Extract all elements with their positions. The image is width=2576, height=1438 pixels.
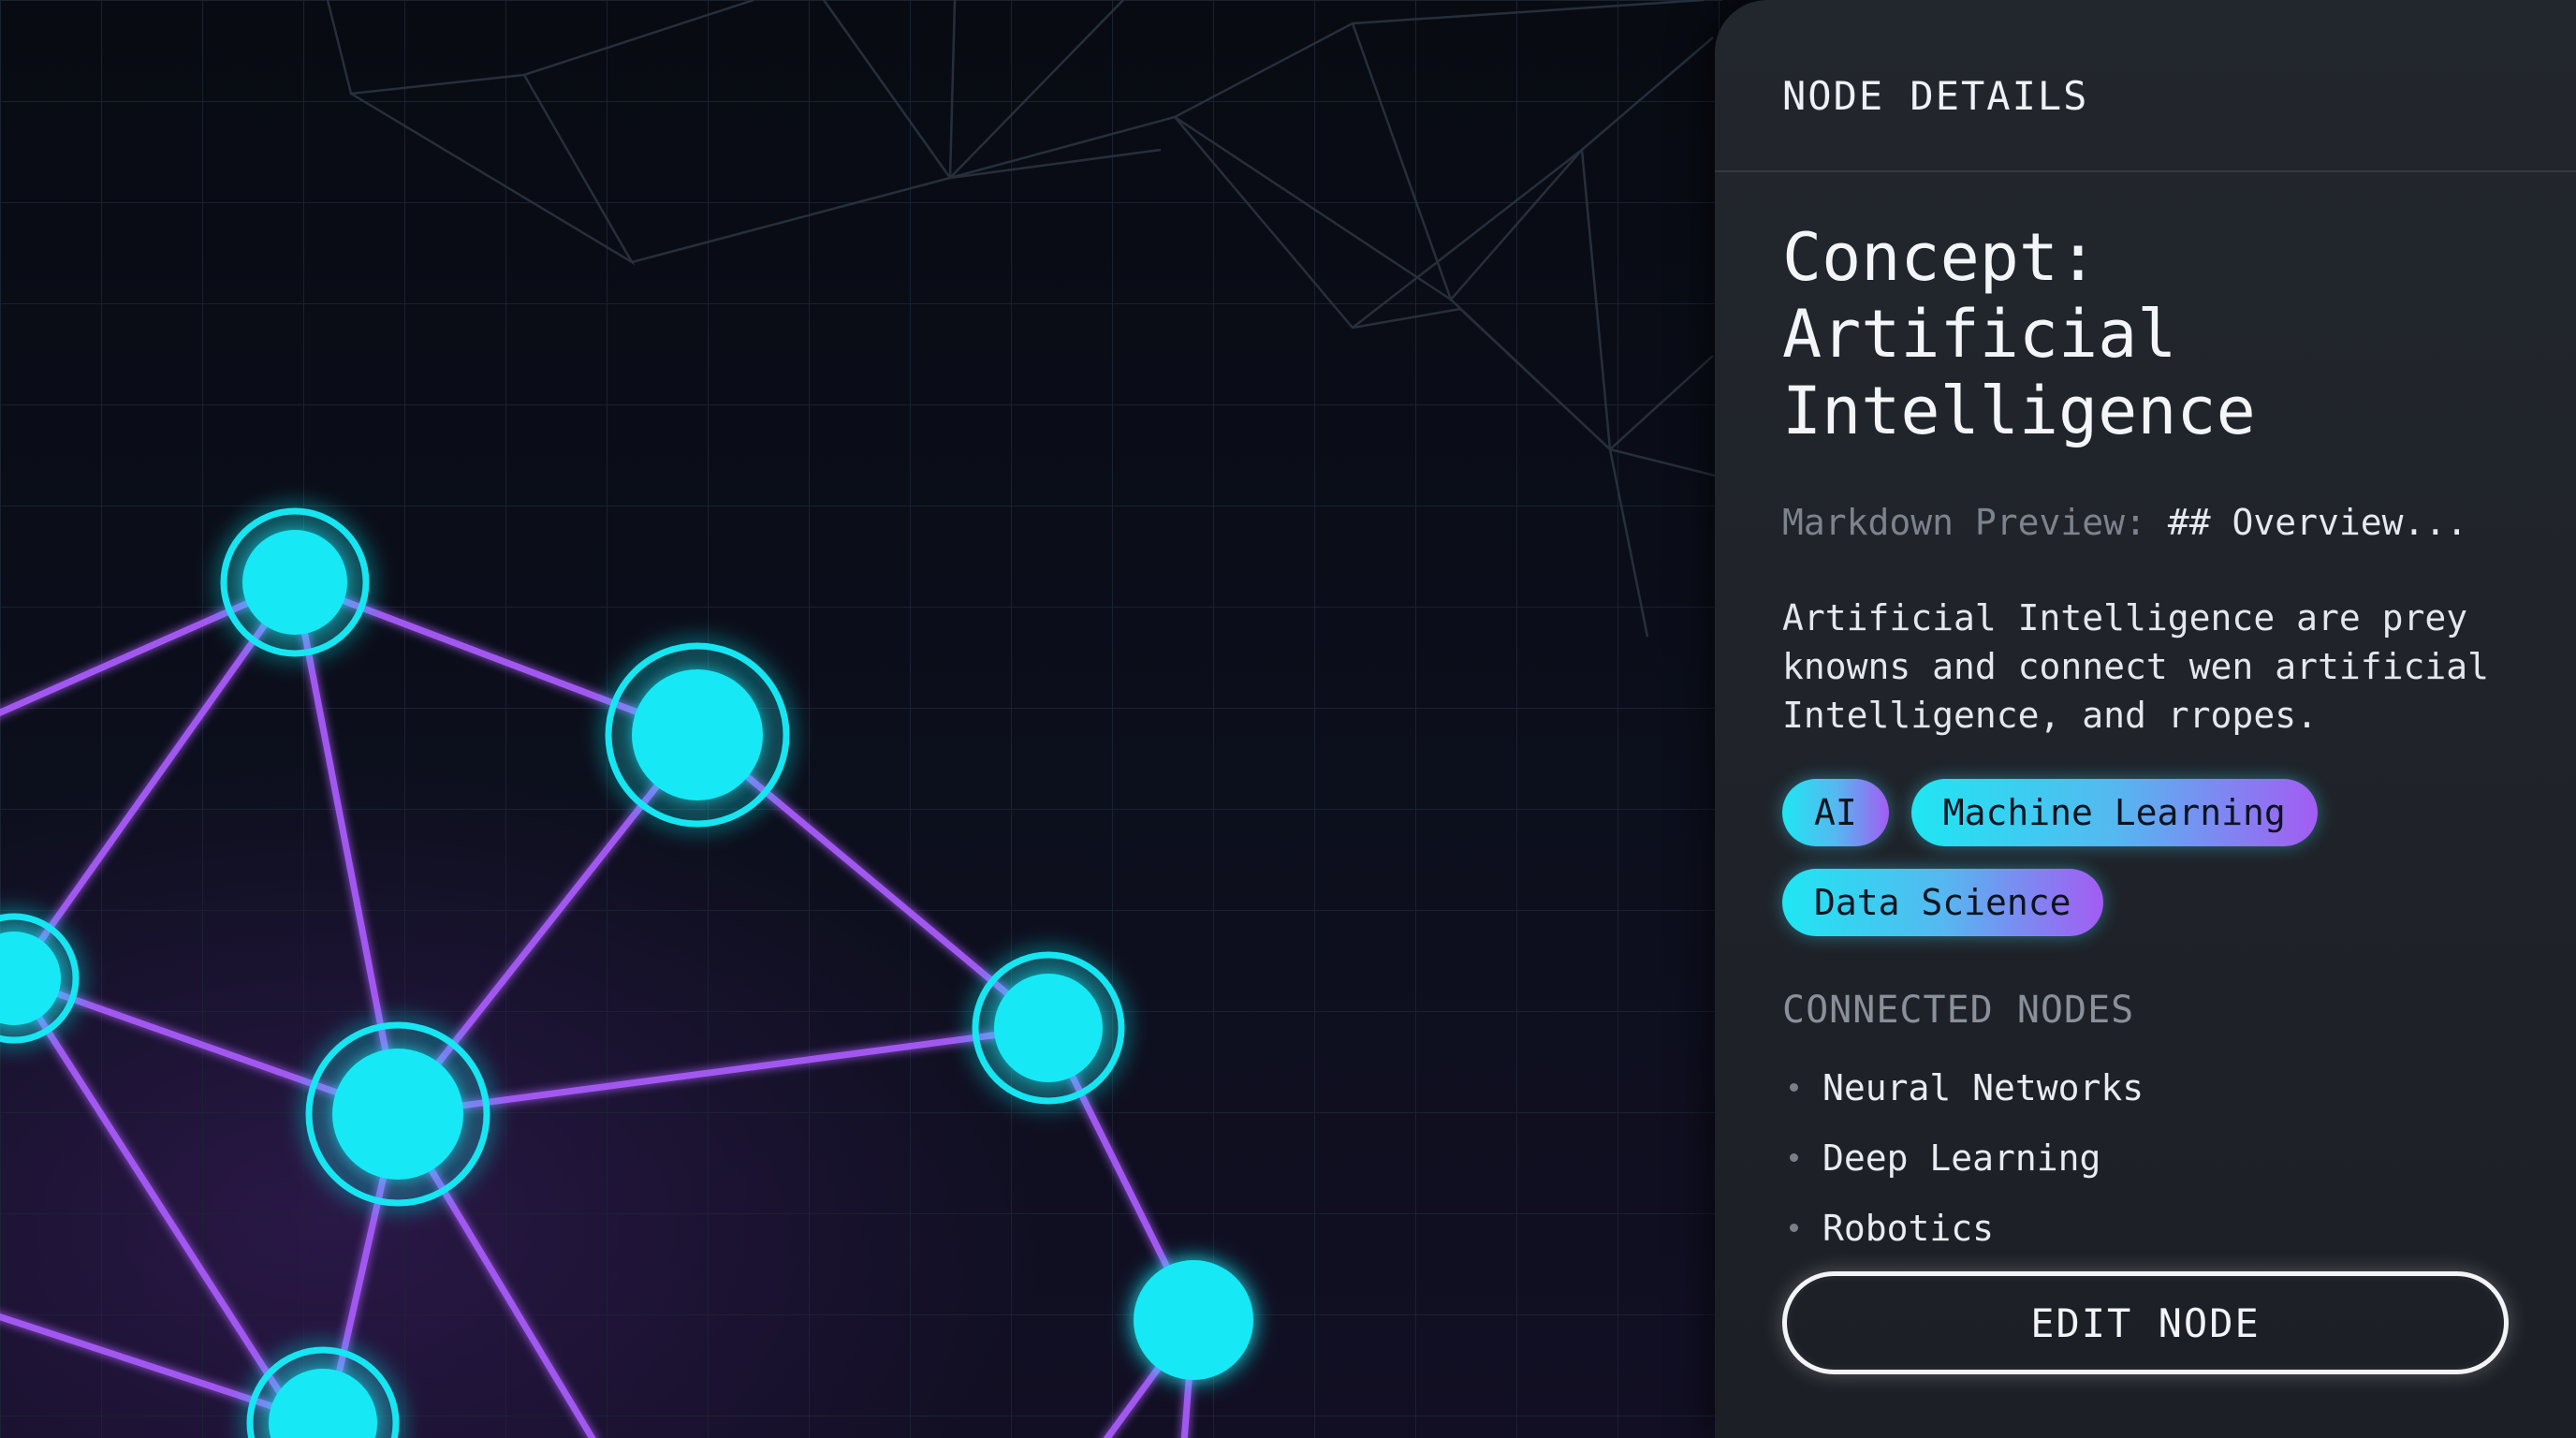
- node-title: Concept: Artificial Intelligence: [1782, 219, 2256, 449]
- bullet-icon: [1790, 1224, 1798, 1232]
- panel-body: Concept: Artificial Intelligence Markdow…: [1715, 172, 2576, 1263]
- tag-list: AI Machine Learning Data Science: [1782, 779, 2437, 936]
- connected-node-label: Robotics: [1822, 1207, 1995, 1249]
- bullet-icon: [1790, 1153, 1798, 1162]
- graph-node[interactable]: [305, 1021, 490, 1207]
- bullet-icon: [1790, 1083, 1798, 1092]
- graph-node[interactable]: [605, 642, 790, 828]
- connected-node-label: Neural Networks: [1822, 1066, 2144, 1108]
- graph-node[interactable]: [220, 507, 370, 657]
- graph-node[interactable]: [972, 951, 1125, 1105]
- markdown-preview-label: Markdown Preview:: [1782, 502, 2146, 543]
- connected-nodes-title: CONNECTED NODES: [1782, 989, 2135, 1032]
- tag-data-science[interactable]: Data Science: [1782, 869, 2103, 936]
- graph-node[interactable]: [1134, 1260, 1253, 1380]
- connected-node-label: Deep Learning: [1822, 1137, 2101, 1179]
- tag-machine-learning[interactable]: Machine Learning: [1910, 779, 2318, 846]
- graph-grid: [0, 0, 1722, 1438]
- node-description: Artificial Intelligence are prey knowns …: [1782, 597, 2489, 736]
- node-details-panel: NODE DETAILS Concept: Artificial Intelli…: [1715, 0, 2576, 1438]
- panel-header: NODE DETAILS: [1715, 0, 2576, 172]
- connected-node-item[interactable]: Robotics: [1782, 1193, 2509, 1263]
- markdown-preview: Markdown Preview: ## Overview...: [1782, 500, 2509, 545]
- app-window: NODE DETAILS Concept: Artificial Intelli…: [0, 0, 2576, 1438]
- markdown-preview-value: ## Overview...: [2167, 502, 2468, 543]
- connected-node-item[interactable]: Neural Networks: [1782, 1052, 2509, 1123]
- edit-node-button[interactable]: EDIT NODE: [1782, 1271, 2509, 1374]
- tag-ai[interactable]: AI: [1782, 779, 1889, 846]
- connected-nodes-list: Neural Networks Deep Learning Robotics: [1782, 1052, 2509, 1263]
- connected-node-item[interactable]: Deep Learning: [1782, 1123, 2509, 1193]
